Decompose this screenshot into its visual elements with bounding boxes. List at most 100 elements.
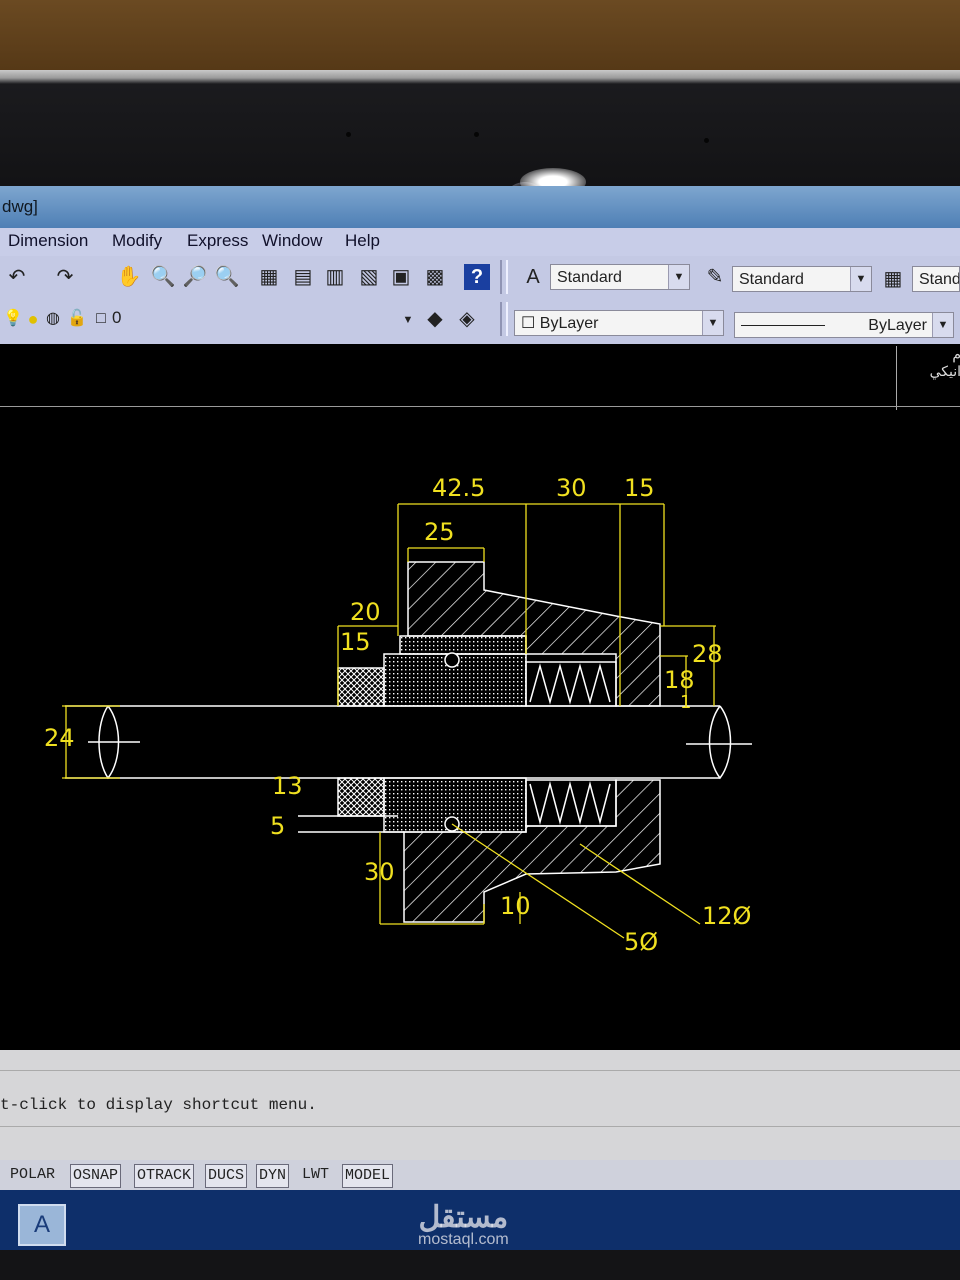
dim-label: 42.5 [432,474,485,502]
command-area: t-click to display shortcut menu. [0,1050,960,1160]
title-bar: dwg] [0,186,960,228]
toolbar-separator [500,260,508,294]
dim-label: 15 [340,628,371,656]
upper-spring [529,663,611,705]
otrack-button[interactable]: OTRACK [134,1164,195,1188]
status-bar: POLAR OSNAP OTRACK DUCS DYN LWT MODEL [0,1160,960,1190]
polar-button[interactable]: POLAR [8,1164,57,1186]
menu-express[interactable]: Express [187,231,248,251]
design-center-icon[interactable]: ▤ [290,264,316,290]
watermark-arabic: مستقل [418,1201,509,1234]
command-input[interactable] [0,1126,960,1127]
toolbar-separator [500,302,508,336]
dim-label: 30 [556,474,587,502]
upper-oring [444,652,460,668]
bezel-dot [474,132,479,137]
chevron-down-icon[interactable]: ▼ [702,311,723,335]
zoom-realtime-icon[interactable]: 🔍 [150,264,176,290]
chevron-down-icon[interactable]: ▼ [668,265,689,289]
dim-label: 5 [270,812,285,840]
layer-color-icon: □ [96,310,106,327]
zoom-window-icon[interactable]: 🔎 [182,264,208,290]
dim-label: 20 [350,598,381,626]
cad-drawing: 42.5 30 15 25 20 15 28 18 1 24 13 5 30 1… [44,474,752,956]
markup-icon[interactable]: ▣ [388,264,414,290]
dim-label: 15 [624,474,655,502]
tool-palettes-icon[interactable]: ▥ [322,264,348,290]
viewport-freeze-icon[interactable]: ◍ [40,306,66,332]
upper-gland [399,635,527,655]
dim-label: 10 [500,892,531,920]
layer-previous-icon[interactable]: ◈ [454,306,480,332]
dim-label: 5Ø [624,928,658,956]
command-divider [0,1070,960,1071]
dim-style-value: Standard [739,271,804,288]
text-style-value: Standard [557,269,622,286]
watermark-latin: mostaql.com [418,1231,509,1248]
menu-help[interactable]: Help [345,231,380,251]
dim-style-combo[interactable]: Standard ▼ [732,266,872,292]
calculator-icon[interactable]: ▩ [422,264,448,290]
table-style-value: Standa [919,271,960,288]
color-swatch-icon: ☐ [521,315,540,332]
screen: dwg] Dimension Modify Express Window Hel… [0,186,960,1250]
lock-icon[interactable]: 🔓 [64,306,90,332]
menu-bar: Dimension Modify Express Window Help [0,228,960,256]
dim-label: 18 [664,666,695,694]
watermark: مستقل mostaql.com [418,1200,509,1249]
menu-window[interactable]: Window [262,231,322,251]
chevron-down-icon[interactable]: ▼ [850,267,871,291]
autocad-taskbar-icon[interactable]: A [18,1204,66,1246]
table-style-combo[interactable]: Standa [912,266,960,292]
zoom-previous-icon[interactable]: 🔍 [214,264,240,290]
dim-label: 1 [680,692,691,713]
menu-dimension[interactable]: Dimension [8,231,88,251]
dim-label: 24 [44,724,75,752]
shaft-break-right [708,705,732,780]
dyn-button[interactable]: DYN [256,1164,290,1188]
linetype-combo[interactable]: ByLayer ▼ [734,312,954,338]
chevron-down-icon[interactable]: ▼ [398,308,418,332]
chevron-down-icon[interactable]: ▼ [932,313,953,337]
dim-style-icon: ✎ [706,266,724,288]
osnap-button[interactable]: OSNAP [70,1164,122,1188]
layers-toolbar: 💡 ● ◍ 🔓 □ 0 ▼ ◆ ◈ ☐ ByLayer ▼ ByLayer ▼ [0,300,960,346]
help-icon[interactable]: ? [464,264,490,290]
bezel-dot [346,132,351,137]
dim-label: 30 [364,858,395,886]
make-current-layer-icon[interactable]: ◆ [422,306,448,332]
window-title: dwg] [2,197,38,216]
color-combo[interactable]: ☐ ByLayer ▼ [514,310,724,336]
properties-icon[interactable]: ▦ [256,264,282,290]
geometry [65,561,752,923]
text-style-combo[interactable]: Standard ▼ [550,264,690,290]
layer-name[interactable]: 0 [112,308,121,328]
standard-toolbar: ↶ ↷ ✋ 🔍 🔎 🔍 ▦ ▤ ▥ ▧ ▣ ▩ ? A Standard ▼ ✎… [0,256,960,300]
color-value: ByLayer [539,315,599,332]
linetype-sample [741,325,825,326]
menu-modify[interactable]: Modify [112,231,162,251]
upper-packing [337,667,385,707]
drawing-canvas[interactable]: م انيكي 42.5 30 15 25 20 15 28 18 1 24 1… [0,344,960,1050]
dim-label: 13 [272,772,303,800]
lower-packing [337,777,385,817]
redo-icon[interactable]: ↷ [52,264,78,290]
pan-icon[interactable]: ✋ [116,264,142,290]
lwt-button[interactable]: LWT [300,1164,331,1186]
text-style-icon: A [526,266,540,288]
laptop-bezel [0,70,960,228]
command-history: t-click to display shortcut menu. [0,1096,317,1114]
ducs-button[interactable]: DUCS [205,1164,248,1188]
lower-spring [529,781,611,825]
dim-label: 25 [424,518,455,546]
dim-label: 28 [692,640,723,668]
bezel-dot [704,138,709,143]
layer-dropdown[interactable]: ▼ [392,308,418,334]
dim-label: 12Ø [702,902,751,930]
sheet-set-icon[interactable]: ▧ [356,264,382,290]
lower-bezel [0,1250,960,1280]
undo-icon[interactable]: ↶ [4,264,30,290]
table-style-icon: ▦ [883,268,903,290]
linetype-value: ByLayer [868,317,927,334]
model-button[interactable]: MODEL [342,1164,394,1188]
